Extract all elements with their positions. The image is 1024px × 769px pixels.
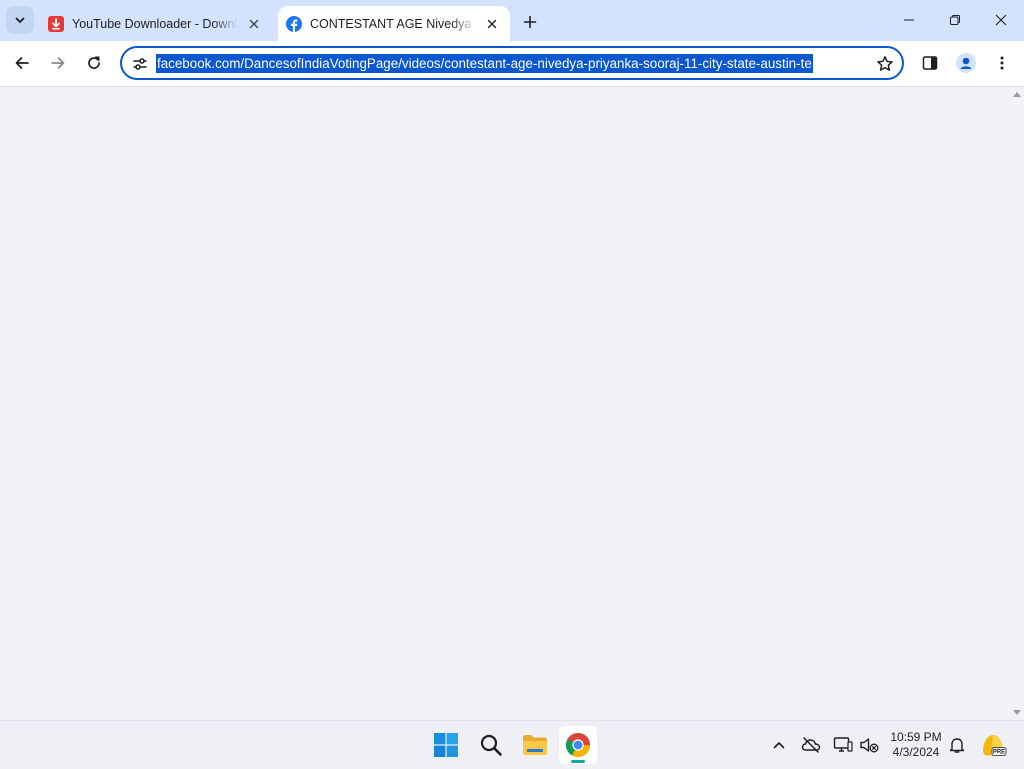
side-panel-icon <box>922 56 938 70</box>
chevron-up-icon <box>773 742 785 749</box>
clock-time: 10:59 PM <box>890 730 942 744</box>
onedrive-tray-button[interactable] <box>798 732 824 758</box>
chrome-icon <box>565 733 590 758</box>
tab-youtube-downloader[interactable]: YouTube Downloader - Download <box>40 6 272 41</box>
speaker-muted-icon <box>860 738 879 753</box>
chrome-taskbar-button[interactable] <box>559 726 597 764</box>
bookmark-button[interactable] <box>874 53 896 75</box>
menu-button[interactable] <box>986 47 1018 79</box>
close-tab-button[interactable] <box>244 14 264 34</box>
close-icon <box>249 19 259 28</box>
url-text[interactable]: facebook.com/DancesofIndiaVotingPage/vid… <box>156 54 813 73</box>
vertical-scrollbar[interactable] <box>1010 87 1024 720</box>
show-hidden-icons-button[interactable] <box>766 732 792 758</box>
kebab-menu-icon <box>1000 56 1004 70</box>
profile-button[interactable] <box>950 47 982 79</box>
windows-logo-icon <box>434 733 458 757</box>
address-bar[interactable]: facebook.com/DancesofIndiaVotingPage/vid… <box>120 46 904 80</box>
page-content <box>0 87 1024 720</box>
clock[interactable]: 10:59 PM 4/3/2024 <box>886 730 946 760</box>
star-icon <box>877 56 893 71</box>
tune-icon <box>133 58 147 70</box>
active-app-indicator <box>571 760 585 763</box>
clock-date: 4/3/2024 <box>892 745 940 759</box>
folder-icon <box>523 735 547 755</box>
close-icon <box>995 14 1007 26</box>
tab-search-button[interactable] <box>6 6 34 34</box>
tab-title: YouTube Downloader - Download <box>72 16 238 31</box>
restore-icon <box>950 15 960 25</box>
arrow-right-icon <box>51 57 65 69</box>
copilot-badge-label: PRE <box>993 750 1005 756</box>
forward-button[interactable] <box>42 47 74 79</box>
close-tab-button[interactable] <box>482 14 502 34</box>
close-icon <box>487 19 497 28</box>
side-panel-button[interactable] <box>914 47 946 79</box>
network-tray-button[interactable] <box>830 732 856 758</box>
facebook-icon <box>286 15 302 32</box>
restore-button[interactable] <box>932 0 978 40</box>
windows-taskbar: 10:59 PM 4/3/2024 PRE <box>0 720 1024 769</box>
cloud-offline-icon <box>801 737 821 753</box>
site-info-button[interactable] <box>130 54 150 74</box>
search-icon <box>480 734 502 756</box>
copilot-icon: PRE <box>983 735 1007 756</box>
youtube-downloader-icon <box>48 15 64 32</box>
chevron-down-icon <box>15 17 25 23</box>
reload-icon <box>88 56 100 69</box>
url-field[interactable]: facebook.com/DancesofIndiaVotingPage/vid… <box>156 54 856 73</box>
back-button[interactable] <box>6 47 38 79</box>
copilot-button[interactable]: PRE <box>978 730 1008 760</box>
start-button[interactable] <box>427 726 465 764</box>
avatar-icon <box>956 53 976 73</box>
minimize-button[interactable] <box>886 0 932 40</box>
browser-toolbar: facebook.com/DancesofIndiaVotingPage/vid… <box>0 41 1024 87</box>
volume-tray-button[interactable] <box>856 732 882 758</box>
tab-contestant-age[interactable]: CONTESTANT AGE Nivedya Priyanka <box>278 6 510 41</box>
close-window-button[interactable] <box>978 0 1024 40</box>
network-monitor-icon <box>833 737 853 752</box>
minimize-icon <box>904 19 914 21</box>
scroll-up-arrow-icon[interactable] <box>1013 91 1021 97</box>
new-tab-button[interactable] <box>516 8 544 36</box>
tab-strip: YouTube Downloader - Download CONTESTANT… <box>0 0 1024 41</box>
file-explorer-button[interactable] <box>516 726 554 764</box>
arrow-left-icon <box>15 57 29 69</box>
plus-icon <box>523 15 537 29</box>
tab-title: CONTESTANT AGE Nivedya Priyanka <box>310 16 476 31</box>
notifications-button[interactable] <box>944 732 970 758</box>
scroll-down-arrow-icon[interactable] <box>1013 710 1021 716</box>
search-button[interactable] <box>472 726 510 764</box>
bell-icon <box>949 738 965 753</box>
reload-button[interactable] <box>78 47 110 79</box>
